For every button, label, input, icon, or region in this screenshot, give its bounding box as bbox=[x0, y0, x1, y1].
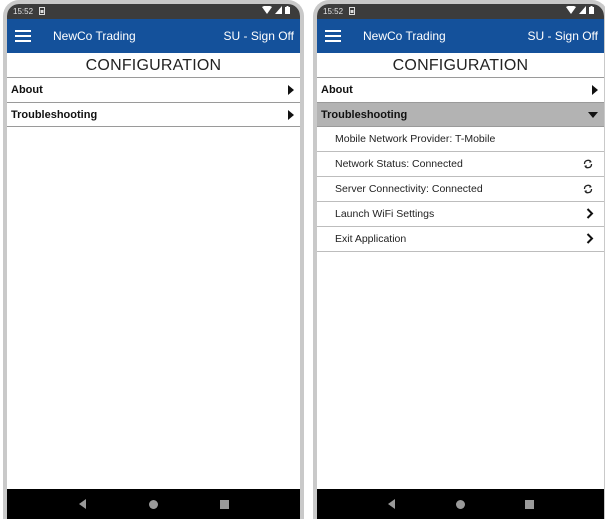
phone-screen-right: 15:52 NewCo Trading SU - Sign Off CONFIG… bbox=[313, 0, 605, 519]
app-title: NewCo Trading bbox=[53, 29, 136, 43]
chevron-right-icon bbox=[586, 207, 594, 221]
wifi-icon bbox=[566, 5, 576, 16]
network-provider-label: Mobile Network Provider: T-Mobile bbox=[335, 133, 496, 145]
network-status-row[interactable]: Network Status: Connected bbox=[317, 152, 604, 177]
battery-icon bbox=[285, 6, 290, 16]
hamburger-menu-icon[interactable] bbox=[15, 30, 31, 42]
app-bar: NewCo Trading SU - Sign Off bbox=[317, 19, 604, 53]
page-title: CONFIGURATION bbox=[392, 57, 529, 74]
server-connectivity-row[interactable]: Server Connectivity: Connected bbox=[317, 177, 604, 202]
status-time: 15:52 bbox=[13, 7, 34, 16]
network-provider-row: Mobile Network Provider: T-Mobile bbox=[317, 127, 604, 152]
menu-item-label: Troubleshooting bbox=[321, 108, 408, 121]
hamburger-menu-icon[interactable] bbox=[325, 30, 341, 42]
android-nav-bar bbox=[7, 489, 300, 519]
triangle-right-icon bbox=[288, 109, 294, 120]
launch-wifi-settings-label: Launch WiFi Settings bbox=[335, 208, 435, 220]
menu-item-about[interactable]: About bbox=[317, 77, 604, 102]
back-button[interactable] bbox=[382, 494, 402, 514]
menu-item-troubleshooting[interactable]: Troubleshooting bbox=[317, 102, 604, 127]
exit-application-label: Exit Application bbox=[335, 233, 407, 245]
back-button[interactable] bbox=[73, 494, 93, 514]
home-button[interactable] bbox=[144, 494, 164, 514]
exit-application-row[interactable]: Exit Application bbox=[317, 227, 604, 252]
status-bar: 15:52 bbox=[7, 4, 300, 19]
phone-screen-left: 15:52 NewCo Trading SU - Sign Off CONFIG… bbox=[3, 0, 304, 519]
app-title: NewCo Trading bbox=[363, 29, 446, 43]
menu-item-about[interactable]: About bbox=[7, 77, 300, 102]
recents-icon bbox=[220, 499, 229, 509]
triangle-down-icon bbox=[588, 111, 598, 118]
network-status-label: Network Status: Connected bbox=[335, 158, 463, 170]
server-connectivity-label: Server Connectivity: Connected bbox=[335, 183, 483, 195]
status-time: 15:52 bbox=[323, 7, 344, 16]
menu-item-troubleshooting[interactable]: Troubleshooting bbox=[7, 102, 300, 127]
recents-button[interactable] bbox=[215, 494, 235, 514]
menu-item-label: Troubleshooting bbox=[11, 108, 98, 121]
home-icon bbox=[149, 499, 158, 509]
launch-wifi-settings-row[interactable]: Launch WiFi Settings bbox=[317, 202, 604, 227]
menu-item-label: About bbox=[321, 84, 353, 96]
sign-off-button[interactable]: SU - Sign Off bbox=[528, 29, 598, 43]
triangle-right-icon bbox=[288, 85, 294, 95]
sync-icon[interactable] bbox=[582, 158, 594, 170]
back-icon bbox=[79, 499, 86, 509]
page-title: CONFIGURATION bbox=[85, 57, 222, 74]
wifi-icon bbox=[262, 5, 272, 16]
triangle-right-icon bbox=[592, 85, 598, 95]
sim-icon bbox=[349, 6, 356, 17]
home-icon bbox=[456, 499, 465, 509]
back-icon bbox=[388, 499, 395, 509]
battery-icon bbox=[589, 6, 594, 16]
signal-icon bbox=[579, 6, 586, 16]
recents-icon bbox=[525, 499, 534, 509]
home-button[interactable] bbox=[451, 494, 471, 514]
recents-button[interactable] bbox=[520, 494, 540, 514]
signal-icon bbox=[275, 6, 282, 16]
menu-item-label: About bbox=[11, 84, 43, 96]
sim-icon bbox=[39, 6, 46, 17]
chevron-right-icon bbox=[586, 232, 594, 246]
android-nav-bar bbox=[317, 489, 604, 519]
status-bar: 15:52 bbox=[317, 4, 604, 19]
sync-icon[interactable] bbox=[582, 183, 594, 195]
sign-off-button[interactable]: SU - Sign Off bbox=[224, 29, 294, 43]
app-bar: NewCo Trading SU - Sign Off bbox=[7, 19, 300, 53]
